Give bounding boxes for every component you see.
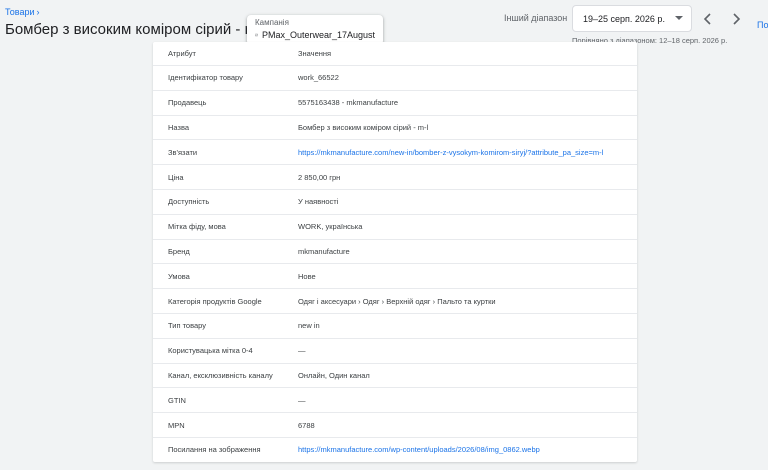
table-row: Зв'язати https://mkmanufacture.com/new-i… <box>153 140 637 166</box>
attribute-value: new in <box>298 321 320 331</box>
product-link[interactable]: https://mkmanufacture.com/new-in/bomber-… <box>298 148 637 157</box>
attribute-name: Продавець <box>168 98 207 108</box>
attribute-name: Категорія продуктів Google <box>168 296 262 306</box>
image-link[interactable]: https://mkmanufacture.com/wp-content/upl… <box>298 445 637 454</box>
attribute-name: GTIN <box>168 395 186 405</box>
attribute-name: Канал, ексклюзивність каналу <box>168 370 273 380</box>
attribute-name: Зв'язати <box>168 147 198 157</box>
attribute-name: MPN <box>168 420 185 430</box>
table-row: Продавець 5575163438 - mkmanufacture <box>153 91 637 116</box>
breadcrumb[interactable]: Товари › <box>5 7 40 17</box>
campaign-icon <box>255 33 258 37</box>
table-row: Мітка фіду, мова WORK, українська <box>153 215 637 240</box>
table-row: Канал, ексклюзивність каналу Онлайн, Оди… <box>153 364 637 389</box>
table-row: Тип товару new in <box>153 314 637 339</box>
table-row: GTIN — <box>153 388 637 414</box>
attribute-value: — <box>298 395 306 405</box>
page-header: Товари › Бомбер з високим коміром сірий … <box>0 0 768 46</box>
price-value[interactable]: 2 850,00 грн <box>298 172 341 182</box>
chevron-left-icon <box>703 13 711 25</box>
attribute-name: Доступність <box>168 197 210 207</box>
attribute-value: — <box>298 346 306 356</box>
attribute-value: Бомбер з високим коміром сірий - m-l <box>298 122 429 132</box>
table-row: Доступність У наявності <box>153 190 637 215</box>
column-header-value: Значення <box>298 49 332 58</box>
chevron-right-small-icon: › <box>36 7 40 17</box>
table-header-row: Атрибут Значення <box>153 42 637 66</box>
attribute-value: Одяг і аксесуари › Одяг › Верхній одяг ›… <box>298 296 496 306</box>
chevron-right-icon <box>733 13 741 25</box>
attribute-name: Назва <box>168 122 190 132</box>
date-range-value: 19–25 серп. 2026 р. <box>583 13 665 24</box>
attribute-name: Мітка фіду, мова <box>168 222 226 232</box>
product-attributes-table: Атрибут Значення Ідентифікатор товару wo… <box>153 42 637 462</box>
table-row: Ідентифікатор товару work_66522 <box>153 66 637 91</box>
edge-link-text[interactable]: По <box>757 20 768 30</box>
attribute-name: Посилання на зображення <box>168 445 261 455</box>
attribute-value: WORK, українська <box>298 222 363 232</box>
attribute-name: Умова <box>168 271 190 281</box>
table-row: MPN 6788 <box>153 413 637 438</box>
prev-period-button[interactable] <box>697 8 719 30</box>
table-row: Назва Бомбер з високим коміром сірий - m… <box>153 116 637 141</box>
next-period-button[interactable] <box>725 8 747 30</box>
attribute-value: work_66522 <box>298 73 339 83</box>
column-header-attribute: Атрибут <box>168 49 196 58</box>
attribute-value: 5575163438 - mkmanufacture <box>298 98 399 108</box>
table-row: Користувацька мітка 0-4 — <box>153 339 637 364</box>
attribute-value: Онлайн, Один канал <box>298 370 370 380</box>
campaign-selector[interactable]: Кампанія PMax_Outerwear_17August <box>247 15 383 45</box>
page-title: Бомбер з високим коміром сірий - m-l <box>5 21 266 38</box>
attribute-name: Ціна <box>168 172 184 182</box>
attribute-value: mkmanufacture <box>298 246 350 256</box>
campaign-value: PMax_Outerwear_17August <box>261 30 375 40</box>
date-range-select[interactable]: 19–25 серп. 2026 р. <box>572 5 692 32</box>
attribute-name: Ідентифікатор товару <box>168 73 243 83</box>
attribute-value: 6788 <box>298 420 315 430</box>
table-row: Категорія продуктів Google Одяг і аксесу… <box>153 289 637 314</box>
attribute-name: Бренд <box>168 246 190 256</box>
attribute-name: Користувацька мітка 0-4 <box>168 346 253 356</box>
table-row: Посилання на зображення https://mkmanufa… <box>153 438 637 462</box>
attribute-value: Нове <box>298 271 316 281</box>
attribute-name: Тип товару <box>168 321 207 331</box>
dropdown-arrow-icon <box>675 16 683 20</box>
attribute-value: У наявності <box>298 197 339 207</box>
campaign-label: Кампанія <box>255 18 289 27</box>
table-row: Бренд mkmanufacture <box>153 240 637 265</box>
table-row: Умова Нове <box>153 264 637 290</box>
other-range-label: Інший діапазон <box>504 13 568 23</box>
breadcrumb-products-link[interactable]: Товари <box>5 7 35 17</box>
table-row: Ціна 2 850,00 грн <box>153 165 637 190</box>
